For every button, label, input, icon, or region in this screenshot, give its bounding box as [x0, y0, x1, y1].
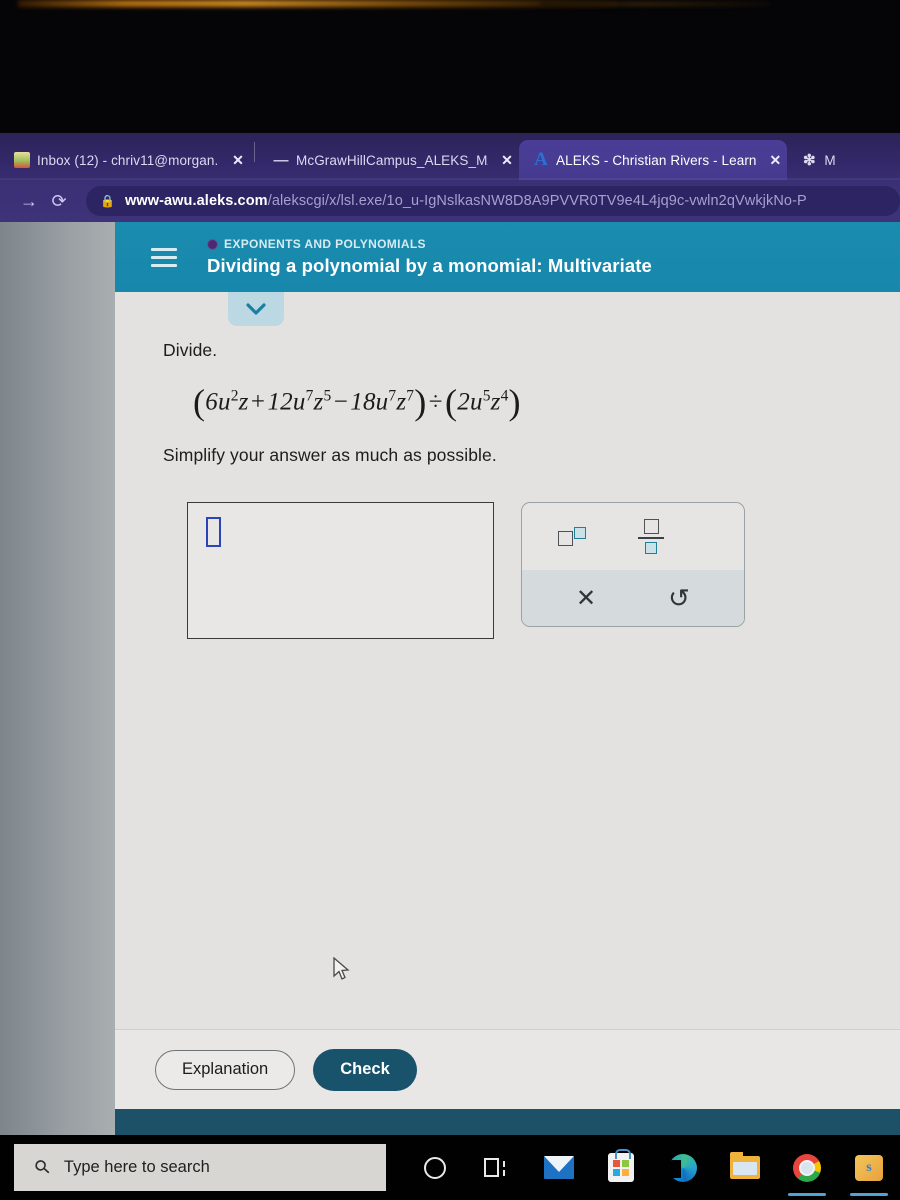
microsoft-store-icon [608, 1149, 634, 1182]
exponent-square-icon [574, 527, 586, 539]
taskbar-item-chrome[interactable] [776, 1135, 838, 1200]
mail-icon [544, 1156, 574, 1179]
tab-title: ALEKS - Christian Rivers - Learn [556, 152, 757, 168]
address-bar[interactable]: 🔒 www-awu.aleks.com/alekscgi/x/lsl.exe/1… [86, 186, 900, 216]
check-button[interactable]: Check [313, 1048, 417, 1091]
search-placeholder: Type here to search [63, 1158, 210, 1176]
math-palette-actions: ✕ ↺ [522, 570, 744, 626]
forward-icon[interactable]: → [14, 186, 44, 216]
topic-label: EXPONENTS AND POLYNOMIALS [207, 237, 652, 251]
simplify-note: Simplify your answer as much as possible… [163, 445, 497, 465]
browser-window: Inbox (12) - chriv11@morgan.ed ✕ — McGra… [0, 133, 900, 1135]
mouse-cursor [333, 957, 350, 980]
taskbar-search-input[interactable]: ⚲ Type here to search [14, 1144, 386, 1191]
url-path: /alekscgi/x/lsl.exe/1o_u-IgNslkasNW8D8A9… [267, 193, 807, 209]
file-explorer-icon [730, 1152, 760, 1179]
taskbar-item-file-explorer[interactable] [714, 1135, 776, 1200]
taskbar-item-store[interactable] [590, 1135, 652, 1200]
aleks-header: EXPONENTS AND POLYNOMIALS Dividing a pol… [115, 222, 900, 292]
problem-equation: (6u2z + 12u7z5 − 18u7z7) ÷ (2u5z4) [193, 382, 521, 422]
taskbar-item-app[interactable]: s [838, 1135, 900, 1200]
reload-icon[interactable]: ⟳ [44, 186, 74, 216]
gmail-icon [14, 152, 30, 168]
problem-prompt: Divide. [163, 340, 218, 360]
numerator-square-icon [643, 519, 659, 534]
answer-row: ✕ ↺ [163, 502, 900, 639]
footer-strip [115, 1109, 900, 1135]
flower-icon: ❇ [803, 152, 816, 169]
tab-title: Inbox (12) - chriv11@morgan.ed [37, 152, 220, 168]
clear-icon[interactable]: ✕ [576, 584, 596, 613]
action-bar: Explanation Check [115, 1029, 900, 1109]
math-palette: ✕ ↺ [521, 502, 745, 627]
address-bar-url: www-awu.aleks.com/alekscgi/x/lsl.exe/1o_… [125, 193, 807, 209]
close-icon[interactable]: ✕ [232, 153, 244, 167]
search-icon: ⚲ [30, 1155, 56, 1180]
tab-title: McGrawHillCampus_ALEKS_MATI [296, 152, 489, 168]
taskbar-item-cortana[interactable] [404, 1135, 466, 1200]
taskbar-item-task-view[interactable] [466, 1135, 528, 1200]
task-view-icon [484, 1157, 510, 1179]
browser-tab-mcgrawhill[interactable]: — McGrawHillCampus_ALEKS_MATI ✕ [259, 140, 519, 180]
taskbar-icons: s [386, 1135, 900, 1200]
page-title: Dividing a polynomial by a monomial: Mul… [207, 255, 652, 276]
url-domain: www-awu.aleks.com [124, 193, 268, 209]
math-palette-symbols [522, 503, 744, 570]
browser-tab-inbox[interactable]: Inbox (12) - chriv11@morgan.ed ✕ [0, 140, 250, 180]
close-icon[interactable]: ✕ [770, 153, 782, 167]
text-cursor [206, 517, 221, 547]
tab-title: M [824, 152, 836, 168]
edge-icon [666, 1153, 697, 1182]
undo-icon[interactable]: ↺ [668, 583, 690, 614]
chevron-down-icon [246, 303, 266, 315]
close-icon[interactable]: ✕ [501, 153, 513, 167]
monitor-glow [18, 0, 618, 7]
problem-content: Divide. (6u2z + 12u7z5 − 18u7z7) ÷ (2u5z… [115, 292, 900, 639]
topic-dot-icon [207, 238, 218, 250]
cortana-icon [424, 1156, 446, 1179]
browser-tab-strip: Inbox (12) - chriv11@morgan.ed ✕ — McGra… [0, 133, 900, 180]
denominator-square-icon [645, 542, 657, 554]
base-square-icon [558, 531, 573, 546]
fraction-bar-icon [638, 537, 664, 539]
aleks-page: EXPONENTS AND POLYNOMIALS Dividing a pol… [115, 222, 900, 1135]
monitor-glow-secondary [540, 2, 770, 6]
chrome-icon [793, 1153, 821, 1182]
browser-tab-extra[interactable]: ❇ M [787, 140, 841, 180]
taskbar-item-mail[interactable] [528, 1135, 590, 1200]
mcgrawhill-icon: — [273, 151, 289, 169]
taskbar-item-edge[interactable] [652, 1135, 714, 1200]
page-viewport: EXPONENTS AND POLYNOMIALS Dividing a pol… [0, 222, 900, 1135]
explanation-button[interactable]: Explanation [155, 1049, 296, 1090]
lock-icon: 🔒 [100, 194, 115, 208]
browser-toolbar: → ⟳ 🔒 www-awu.aleks.com/alekscgi/x/lsl.e… [0, 180, 900, 222]
topic-text: EXPONENTS AND POLYNOMIALS [224, 237, 426, 251]
answer-input[interactable] [187, 502, 494, 639]
fraction-button[interactable] [638, 519, 664, 554]
app-icon: s [855, 1154, 883, 1181]
exponent-button[interactable] [558, 527, 586, 546]
windows-taskbar: ⚲ Type here to search s [0, 1135, 900, 1200]
desktop-left-gutter [0, 222, 115, 1135]
collapse-toggle[interactable] [228, 292, 284, 326]
aleks-a-icon: A [534, 149, 548, 170]
tab-divider [254, 142, 255, 162]
browser-tab-aleks[interactable]: A ALEKS - Christian Rivers - Learn ✕ [519, 140, 788, 180]
header-text-block: EXPONENTS AND POLYNOMIALS Dividing a pol… [207, 237, 652, 277]
hamburger-menu-icon[interactable] [151, 247, 177, 267]
